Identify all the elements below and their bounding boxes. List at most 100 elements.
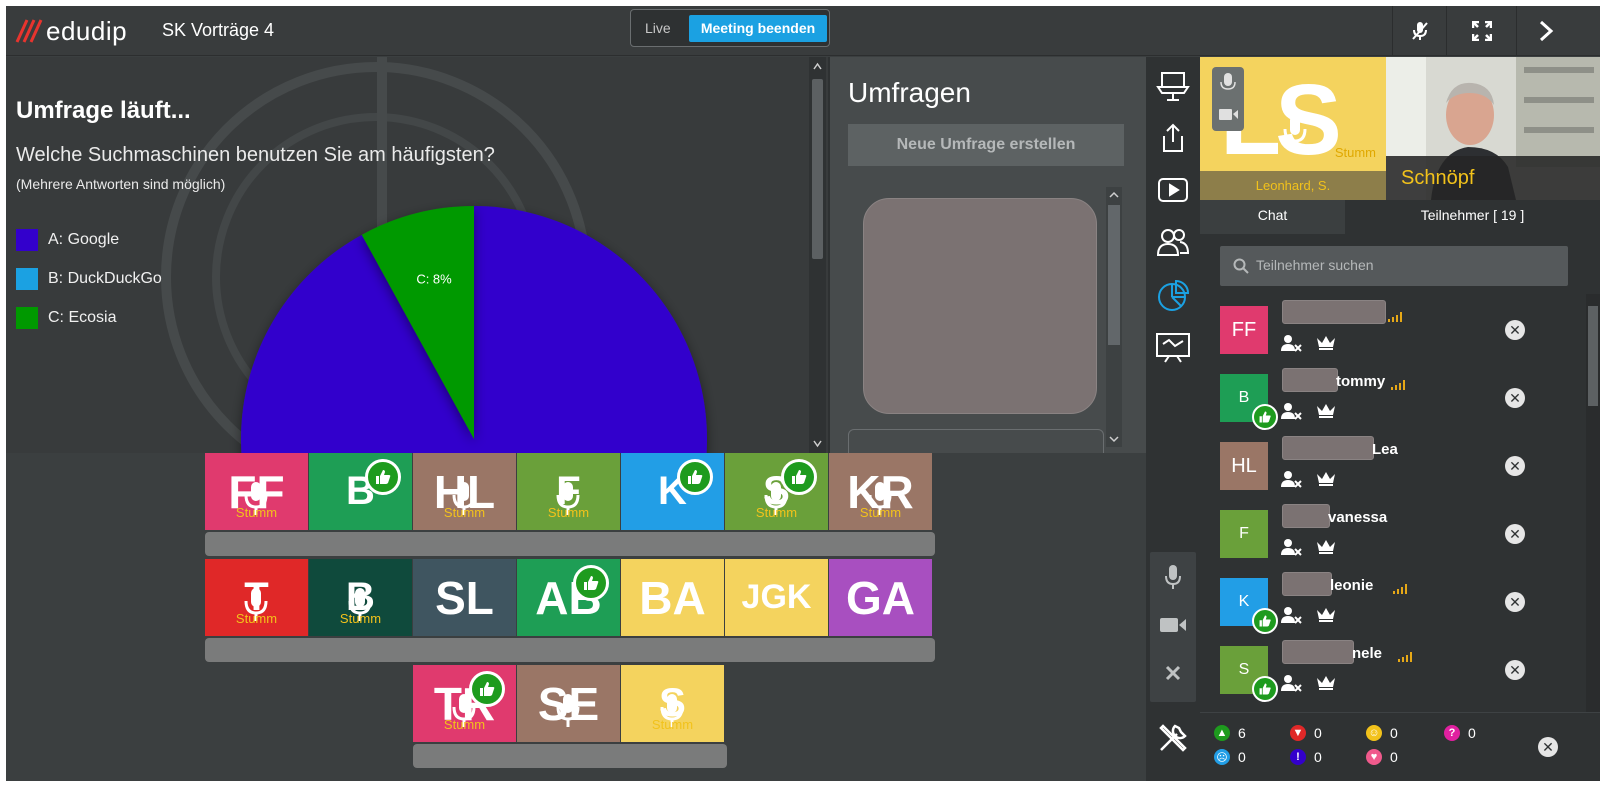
participant-row[interactable]: HL Lea ✕ <box>1220 436 1550 510</box>
kick-participant-icon[interactable]: ✕ <box>1505 592 1525 612</box>
crown-icon[interactable] <box>1316 538 1336 561</box>
webcam-tile[interactable]: JGK <box>725 559 828 636</box>
smile-icon: ☺ <box>1366 725 1382 741</box>
thumbs-up-icon <box>677 459 713 495</box>
share-icon[interactable] <box>1146 113 1200 163</box>
scrollbar-thumb[interactable] <box>1108 205 1120 345</box>
microphone-icon[interactable] <box>1146 552 1200 602</box>
mic-off-icon[interactable] <box>1394 6 1446 56</box>
redacted-name <box>1282 640 1354 664</box>
remove-user-icon[interactable] <box>1280 606 1302 629</box>
polls-scrollbar[interactable] <box>1106 187 1122 447</box>
webcam-tile[interactable]: B <box>309 453 412 530</box>
webcam-tile[interactable]: BA <box>621 559 724 636</box>
remove-user-icon[interactable] <box>1280 402 1302 425</box>
crown-icon[interactable] <box>1316 470 1336 493</box>
tab-chat[interactable]: Chat <box>1200 200 1345 234</box>
presentation-scrollbar[interactable] <box>809 57 826 453</box>
webcam-tile[interactable]: SE <box>517 665 620 742</box>
webcam-tile[interactable]: SStumm <box>725 453 828 530</box>
webcam-tile[interactable]: K <box>621 453 724 530</box>
remove-user-icon[interactable] <box>1280 674 1302 697</box>
participant-actions <box>1280 402 1336 425</box>
poll-chart-icon[interactable] <box>1146 271 1200 321</box>
webcam-mic-cam-controls[interactable] <box>1212 67 1244 131</box>
signal-strength-icon <box>1388 309 1402 327</box>
chevron-right-icon[interactable] <box>1520 6 1572 56</box>
legend-swatch <box>16 307 38 329</box>
kick-participant-icon[interactable]: ✕ <box>1505 524 1525 544</box>
webcam-tile[interactable]: FFStumm <box>205 453 308 530</box>
participant-row[interactable]: Btommy ✕ <box>1220 368 1550 442</box>
crown-icon[interactable] <box>1316 402 1336 425</box>
presenter-webcam-2[interactable]: Schnöpf <box>1386 57 1600 200</box>
tab-participants[interactable]: Teilnehmer [ 19 ] <box>1345 200 1600 234</box>
end-meeting-button[interactable]: Meeting beenden <box>689 15 827 42</box>
live-label[interactable]: Live <box>645 20 671 36</box>
muted-mic-icon <box>1283 115 1307 149</box>
kick-participant-icon[interactable]: ✕ <box>1505 456 1525 476</box>
poll-card[interactable] <box>863 198 1097 414</box>
close-icon[interactable] <box>1146 648 1200 698</box>
participant-actions <box>1280 470 1336 493</box>
legend-label: A: Google <box>48 231 120 248</box>
users-icon[interactable] <box>1146 217 1200 267</box>
webcam-tile[interactable]: HLStumm <box>413 453 516 530</box>
webcam-initials: BA <box>639 571 706 624</box>
presenter-icon[interactable] <box>1146 61 1200 111</box>
new-poll-button[interactable]: Neue Umfrage erstellen <box>848 124 1124 166</box>
participant-row[interactable]: FF ✕ <box>1220 300 1550 374</box>
remove-user-icon[interactable] <box>1280 334 1302 357</box>
webcam-tile[interactable]: GA <box>829 559 932 636</box>
remove-user-icon[interactable] <box>1280 470 1302 493</box>
crown-icon[interactable] <box>1316 606 1336 629</box>
exclamation-icon: ! <box>1290 749 1306 765</box>
webcam-tile[interactable]: SL <box>413 559 516 636</box>
participant-row[interactable]: Snele ✕ <box>1220 640 1550 714</box>
muted-label: Stumm <box>235 505 278 520</box>
reaction-thumbs-up: ▲ 6 <box>1214 725 1246 741</box>
webcam-tile[interactable]: FStumm <box>517 453 620 530</box>
scrollbar-thumb[interactable] <box>812 79 823 259</box>
whiteboard-icon[interactable] <box>1146 323 1200 373</box>
participant-row[interactable]: Fvanessa ✕ <box>1220 504 1550 578</box>
crown-icon[interactable] <box>1316 334 1336 357</box>
participants-scrollbar[interactable] <box>1586 294 1600 712</box>
tool-icon-column <box>1146 57 1200 781</box>
close-icon[interactable]: ✕ <box>1538 737 1558 757</box>
webcam-tile[interactable]: AB <box>517 559 620 636</box>
muted-label: Stumm <box>547 505 590 520</box>
muted-label: Stumm <box>235 611 278 626</box>
remove-user-icon[interactable] <box>1280 538 1302 561</box>
webcam-row-bar[interactable] <box>205 638 935 662</box>
webcam-row-bar[interactable] <box>413 744 727 768</box>
crown-icon[interactable] <box>1316 674 1336 697</box>
webcam-tile[interactable]: TRStumm <box>413 665 516 742</box>
thumbs-up-icon: ▲ <box>1214 725 1230 741</box>
reaction-sad: ☹ 0 <box>1214 749 1246 765</box>
video-play-icon[interactable] <box>1146 165 1200 215</box>
webcam-tile[interactable]: KRStumm <box>829 453 932 530</box>
app-window: edudip SK Vorträge 4 Live Meeting beende… <box>6 6 1600 781</box>
poll-question: Welche Suchmaschinen benutzen Sie am häu… <box>16 144 495 166</box>
kick-participant-icon[interactable]: ✕ <box>1505 320 1525 340</box>
webcam-tile[interactable]: BStumm <box>309 559 412 636</box>
kick-participant-icon[interactable]: ✕ <box>1505 388 1525 408</box>
muted-label: Stumm <box>1334 145 1376 160</box>
reaction-count: 0 <box>1468 725 1476 741</box>
participant-search-input[interactable]: Teilnehmer suchen <box>1220 246 1568 286</box>
webcam-tile[interactable]: SStumm <box>621 665 724 742</box>
webcam-tile[interactable]: TStumm <box>205 559 308 636</box>
legend-item: A: Google <box>16 229 162 251</box>
scrollbar-thumb[interactable] <box>1588 306 1598 406</box>
participant-row[interactable]: Kleonie ✕ <box>1220 572 1550 646</box>
fullscreen-icon[interactable] <box>1456 6 1508 56</box>
participant-name: Lea <box>1372 441 1398 458</box>
kick-participant-icon[interactable]: ✕ <box>1505 660 1525 680</box>
legend-swatch <box>16 268 38 290</box>
tools-icon[interactable] <box>1146 713 1200 763</box>
webcam-row-bar[interactable] <box>205 532 935 556</box>
camera-icon[interactable] <box>1146 600 1200 650</box>
sidebar-tabs: Chat Teilnehmer [ 19 ] <box>1200 200 1600 234</box>
presenter-webcam-1[interactable]: LS Stumm Leonhard, S. <box>1200 57 1386 200</box>
